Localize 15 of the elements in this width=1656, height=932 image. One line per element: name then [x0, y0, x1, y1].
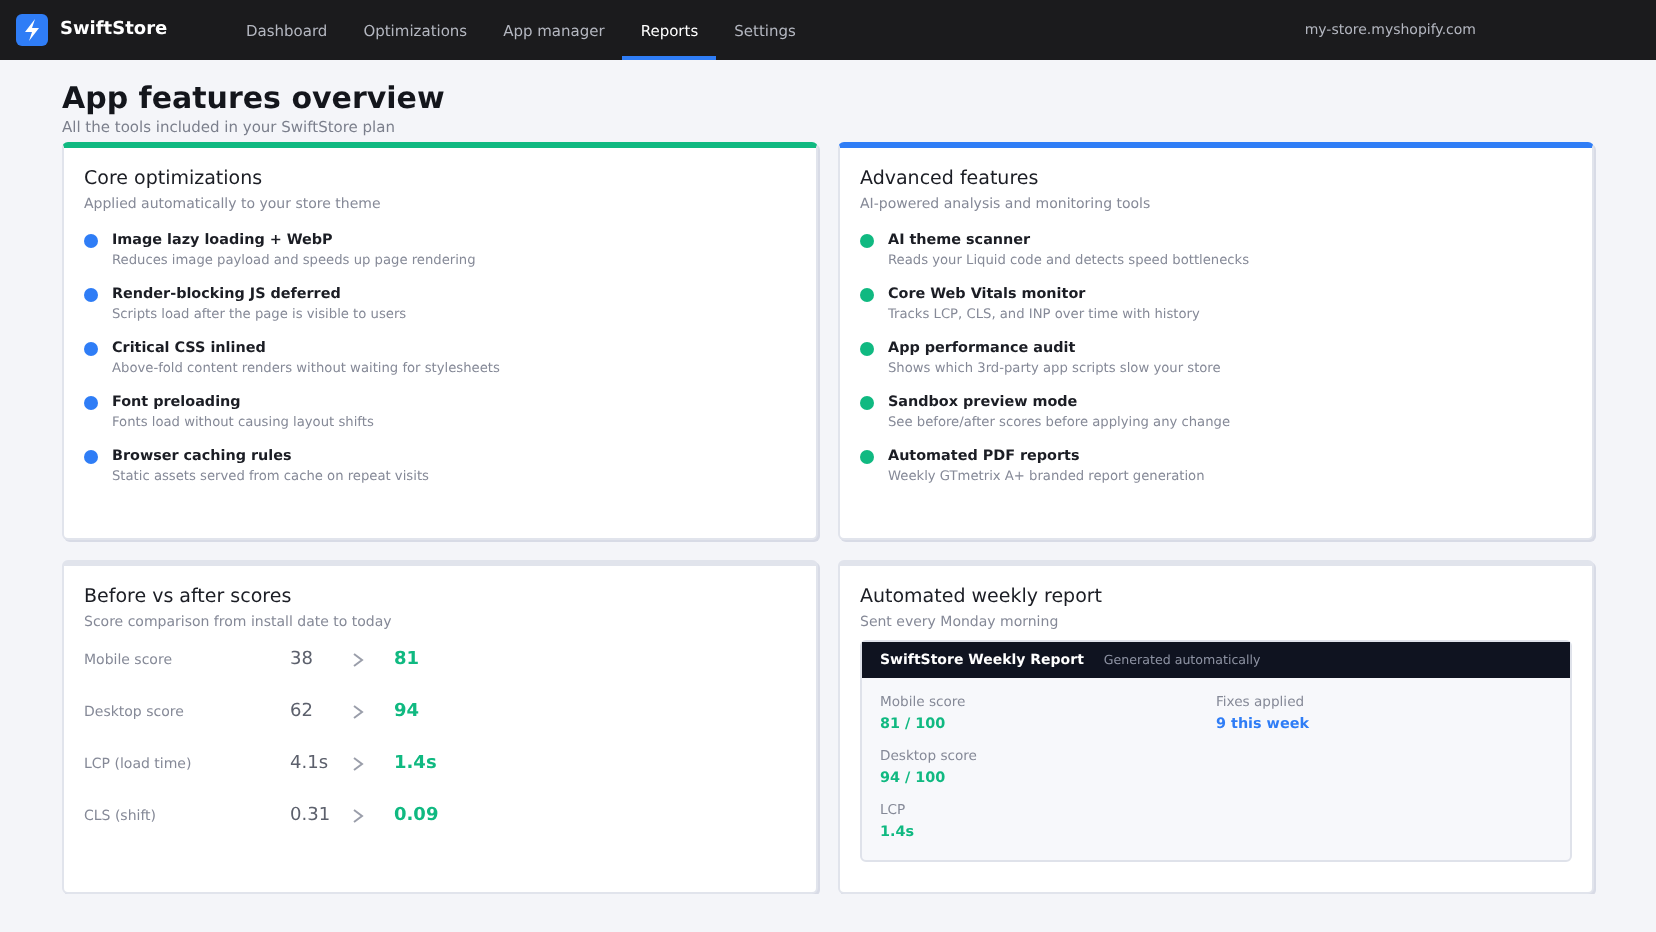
- before-value: 62: [290, 702, 315, 722]
- before-value: 38: [290, 650, 315, 670]
- card-title: Automated weekly report: [860, 586, 1105, 608]
- before-value: 4.1s: [290, 754, 331, 774]
- before-value: 0.31: [290, 806, 333, 826]
- lightning-logo-icon: [16, 14, 48, 46]
- brand-name: SwiftStore: [60, 20, 168, 40]
- card-title: Advanced features: [860, 168, 1041, 190]
- after-value: 81: [394, 650, 420, 670]
- after-value: 0.09: [394, 806, 439, 826]
- after-value: 1.4s: [394, 754, 437, 774]
- card-title: Core optimizations: [84, 168, 265, 190]
- page-title: App features overview: [62, 80, 447, 116]
- after-value: 94: [394, 702, 420, 722]
- card-title: Before vs after scores: [84, 586, 294, 608]
